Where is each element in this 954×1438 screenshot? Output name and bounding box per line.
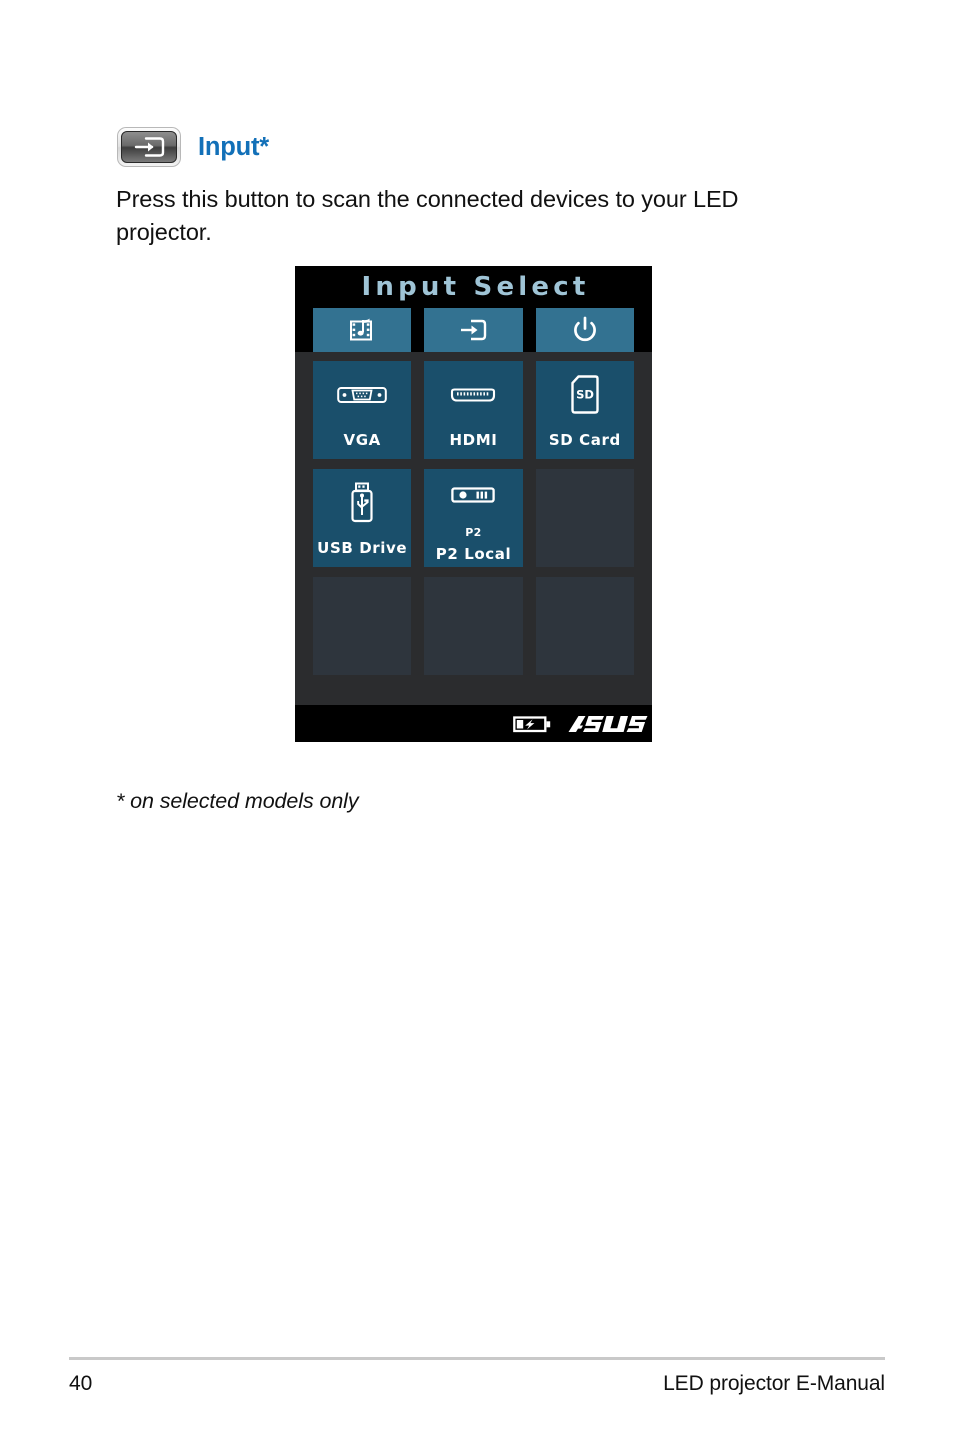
input-source-icon [132,136,166,158]
usb-drive-icon [349,480,375,526]
manual-page: Input* Press this button to scan the con… [0,0,954,1438]
osd-tab-power[interactable] [535,308,634,352]
osd-title: Input Select [295,266,652,308]
osd-tile-p2-local[interactable]: P2 P2 Local [424,469,523,567]
footer-divider [69,1357,885,1360]
battery-charging-icon [513,713,553,735]
osd-tab-input[interactable] [424,308,523,352]
osd-tile-empty [424,577,523,675]
input-button-key-face [121,131,177,163]
power-icon [572,316,598,344]
svg-text:SD: SD [576,387,594,401]
input-source-icon [458,317,488,343]
osd-tile-empty [535,577,634,675]
page-number: 40 [69,1372,93,1395]
osd-tile-usb-drive[interactable]: USB Drive [313,469,412,567]
input-button-key [117,127,181,167]
osd-tile-label: USB Drive [317,538,408,557]
multimedia-film-music-icon [349,317,376,344]
osd-tile-label: HDMI [449,430,498,449]
osd-screenshot-figure: Input Select VGA HDMI SD SD Card USB Dri… [295,266,652,742]
asus-logo [566,713,648,735]
body-paragraph: Press this button to scan the connected … [116,186,739,245]
osd-tile-label: VGA [343,430,381,449]
sd-card-icon: SD [570,372,600,418]
osd-tile-sub: P2 [465,526,482,539]
osd-tile-label: P2 Local [435,545,512,563]
hdmi-connector-icon [448,372,498,418]
osd-grid-wrap: VGA HDMI SD SD Card USB Drive P2 P2 Loca… [295,352,652,705]
vga-connector-icon [337,372,387,418]
page-title: Input* [198,132,270,161]
osd-tile-label: SD Card [548,430,621,449]
osd-tile-hdmi[interactable]: HDMI [424,361,523,459]
osd-tile-sd-card[interactable]: SD SD Card [535,361,634,459]
osd-tab-multimedia[interactable] [313,308,412,352]
osd-tile-vga[interactable]: VGA [313,361,412,459]
osd-source-grid: VGA HDMI SD SD Card USB Drive P2 P2 Loca… [313,361,634,675]
footer-manual-title: LED projector E-Manual [663,1372,885,1395]
projector-icon [451,473,496,519]
footnote: * on selected models only [116,789,359,813]
osd-tab-bar [295,308,652,352]
osd-tile-empty [313,577,412,675]
section-heading-row: Input* [117,127,269,167]
osd-status-bar [295,705,652,742]
osd-tile-empty [535,469,634,567]
